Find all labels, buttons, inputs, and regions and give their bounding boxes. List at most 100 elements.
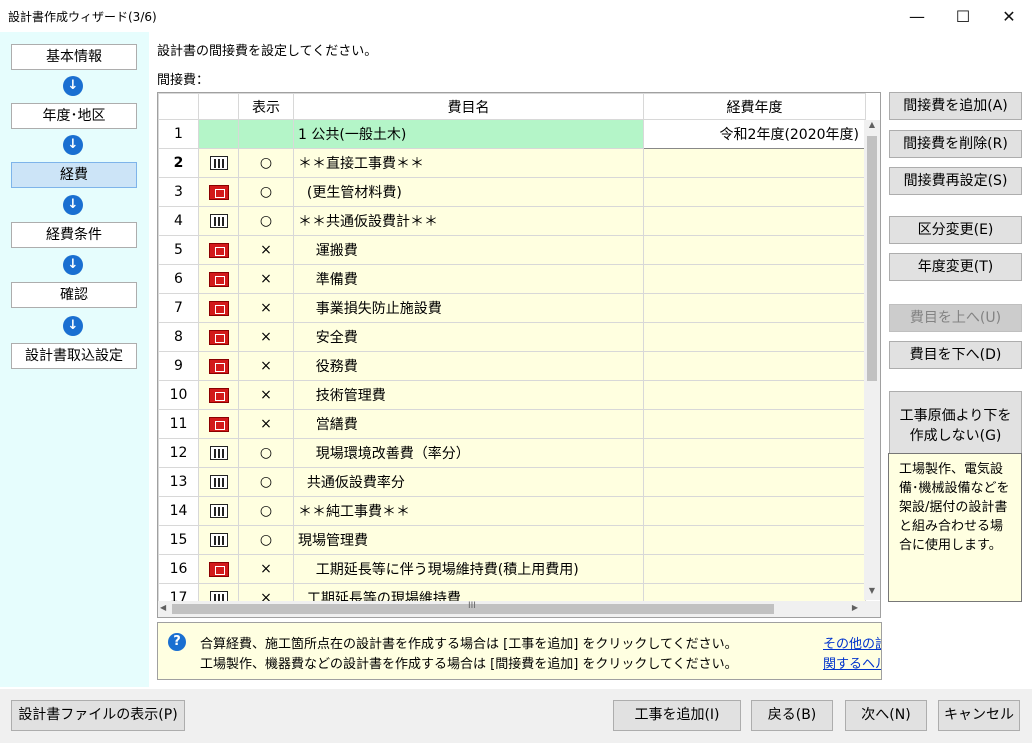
expense-year[interactable]: 令和2年度(2020年度) — [643, 119, 866, 149]
delete-indirect-cost-button[interactable]: 間接費を削除(R) — [889, 130, 1022, 158]
display-toggle[interactable]: × — [238, 235, 294, 265]
show-design-file-button[interactable]: 設計書ファイルの表示(P) — [11, 700, 185, 731]
display-toggle[interactable]: ○ — [238, 496, 294, 526]
expense-name[interactable]: 安全費 — [293, 322, 644, 352]
expense-name[interactable]: 工期延長等に伴う現場維持費(積上用費用) — [293, 554, 644, 584]
display-toggle[interactable]: × — [238, 409, 294, 439]
display-toggle[interactable]: ○ — [238, 525, 294, 555]
table-row[interactable]: 15 ○ 現場管理費 — [158, 525, 866, 555]
table-row[interactable]: 8 × 安全費 — [158, 322, 866, 352]
table-row[interactable]: 1 1 公共(一般土木) 令和2年度(2020年度) — [158, 119, 866, 149]
expense-name[interactable]: ＊＊純工事費＊＊ — [293, 496, 644, 526]
help-link-line-1[interactable]: その他の設 — [823, 633, 881, 652]
table-row[interactable]: 9 × 役務費 — [158, 351, 866, 381]
step-expenses[interactable]: 経費 — [11, 162, 137, 188]
scroll-up-icon[interactable]: ▲ — [864, 120, 880, 134]
display-toggle[interactable]: × — [238, 293, 294, 323]
display-toggle[interactable]: ○ — [238, 438, 294, 468]
expense-year[interactable] — [643, 322, 866, 352]
expense-name[interactable]: 営繕費 — [293, 409, 644, 439]
table-row[interactable]: 12 ○ 現場環境改善費（率分） — [158, 438, 866, 468]
no-create-below-cost-button[interactable]: 工事原価より下を 作成しない(G) — [889, 391, 1022, 461]
expense-name[interactable]: 役務費 — [293, 351, 644, 381]
col-header-year[interactable]: 経費年度 — [643, 93, 866, 120]
display-toggle[interactable]: × — [238, 380, 294, 410]
display-toggle[interactable] — [238, 119, 294, 149]
table-row[interactable]: 7 × 事業損失防止施設費 — [158, 293, 866, 323]
table-row[interactable]: 2 ○ ＊＊直接工事費＊＊ — [158, 148, 866, 178]
change-year-button[interactable]: 年度変更(T) — [889, 253, 1022, 281]
step-expense-conditions[interactable]: 経費条件 — [11, 222, 137, 248]
step-import-settings[interactable]: 設計書取込設定 — [11, 343, 137, 369]
expense-year[interactable] — [643, 235, 866, 265]
expense-name[interactable]: 運搬費 — [293, 235, 644, 265]
horizontal-scrollbar[interactable]: ◀ III ▶ — [158, 601, 880, 617]
expense-year[interactable] — [643, 264, 866, 294]
display-toggle[interactable]: ○ — [238, 148, 294, 178]
table-row[interactable]: 6 × 準備費 — [158, 264, 866, 294]
expense-name[interactable]: 1 公共(一般土木) — [293, 119, 644, 149]
move-down-button[interactable]: 費目を下へ(D) — [889, 341, 1022, 369]
building-icon — [209, 475, 228, 489]
expense-year[interactable] — [643, 206, 866, 236]
step-basic-info[interactable]: 基本情報 — [11, 44, 137, 70]
next-button[interactable]: 次へ(N) — [845, 700, 927, 731]
expense-name[interactable]: 共通仮設費率分 — [293, 467, 644, 497]
table-row[interactable]: 10 × 技術管理費 — [158, 380, 866, 410]
expense-year[interactable] — [643, 438, 866, 468]
display-toggle[interactable]: × — [238, 554, 294, 584]
table-row[interactable]: 3 ○ (更生管材料費) — [158, 177, 866, 207]
expense-year[interactable] — [643, 554, 866, 584]
table-row[interactable]: 16 × 工期延長等に伴う現場維持費(積上用費用) — [158, 554, 866, 584]
col-header-display[interactable]: 表示 — [238, 93, 294, 120]
close-button[interactable]: ✕ — [986, 0, 1032, 32]
expense-name[interactable]: ＊＊直接工事費＊＊ — [293, 148, 644, 178]
expense-name[interactable]: (更生管材料費) — [293, 177, 644, 207]
expense-year[interactable] — [643, 148, 866, 178]
expense-name[interactable]: ＊＊共通仮設費計＊＊ — [293, 206, 644, 236]
vertical-scroll-thumb[interactable] — [867, 136, 877, 381]
expense-year[interactable] — [643, 496, 866, 526]
table-row[interactable]: 13 ○ 共通仮設費率分 — [158, 467, 866, 497]
table-row[interactable]: 5 × 運搬費 — [158, 235, 866, 265]
expense-name[interactable]: 現場管理費 — [293, 525, 644, 555]
table-row[interactable]: 14 ○ ＊＊純工事費＊＊ — [158, 496, 866, 526]
add-work-button[interactable]: 工事を追加(I) — [613, 700, 741, 731]
reset-indirect-cost-button[interactable]: 間接費再設定(S) — [889, 167, 1022, 195]
expense-name[interactable]: 準備費 — [293, 264, 644, 294]
display-toggle[interactable]: × — [238, 322, 294, 352]
step-year-region[interactable]: 年度･地区 — [11, 103, 137, 129]
expense-year[interactable] — [643, 177, 866, 207]
back-button[interactable]: 戻る(B) — [751, 700, 833, 731]
scroll-down-icon[interactable]: ▼ — [864, 586, 880, 600]
expense-name[interactable]: 技術管理費 — [293, 380, 644, 410]
expense-year[interactable] — [643, 467, 866, 497]
display-toggle[interactable]: × — [238, 351, 294, 381]
move-up-button[interactable]: 費目を上へ(U) — [889, 304, 1022, 332]
cancel-button[interactable]: キャンセル — [938, 700, 1020, 731]
display-toggle[interactable]: ○ — [238, 467, 294, 497]
display-toggle[interactable]: × — [238, 264, 294, 294]
expense-year[interactable] — [643, 525, 866, 555]
minimize-button[interactable]: — — [894, 0, 940, 32]
table-row[interactable]: 4 ○ ＊＊共通仮設費計＊＊ — [158, 206, 866, 236]
expense-year[interactable] — [643, 409, 866, 439]
vertical-scrollbar[interactable]: ▲ ▼ — [864, 120, 880, 600]
maximize-button[interactable]: ☐ — [940, 0, 986, 32]
table-row[interactable]: 11 × 営繕費 — [158, 409, 866, 439]
step-confirm[interactable]: 確認 — [11, 282, 137, 308]
expense-year[interactable] — [643, 293, 866, 323]
expense-year[interactable] — [643, 351, 866, 381]
add-indirect-cost-button[interactable]: 間接費を追加(A) — [889, 92, 1022, 120]
scroll-right-icon[interactable]: ▶ — [852, 603, 858, 612]
display-toggle[interactable]: ○ — [238, 177, 294, 207]
change-class-button[interactable]: 区分変更(E) — [889, 216, 1022, 244]
help-link-line-2[interactable]: 関するヘル — [823, 653, 881, 672]
scroll-left-icon[interactable]: ◀ — [160, 603, 166, 612]
display-toggle[interactable]: ○ — [238, 206, 294, 236]
expense-year[interactable] — [643, 380, 866, 410]
expense-grid[interactable]: 表示 費目名 経費年度 11 公共(一般土木) 令和2年度(2020年度) 2 ○ ＊＊… — [157, 92, 881, 618]
col-header-name[interactable]: 費目名 — [293, 93, 644, 120]
expense-name[interactable]: 現場環境改善費（率分） — [293, 438, 644, 468]
expense-name[interactable]: 事業損失防止施設費 — [293, 293, 644, 323]
